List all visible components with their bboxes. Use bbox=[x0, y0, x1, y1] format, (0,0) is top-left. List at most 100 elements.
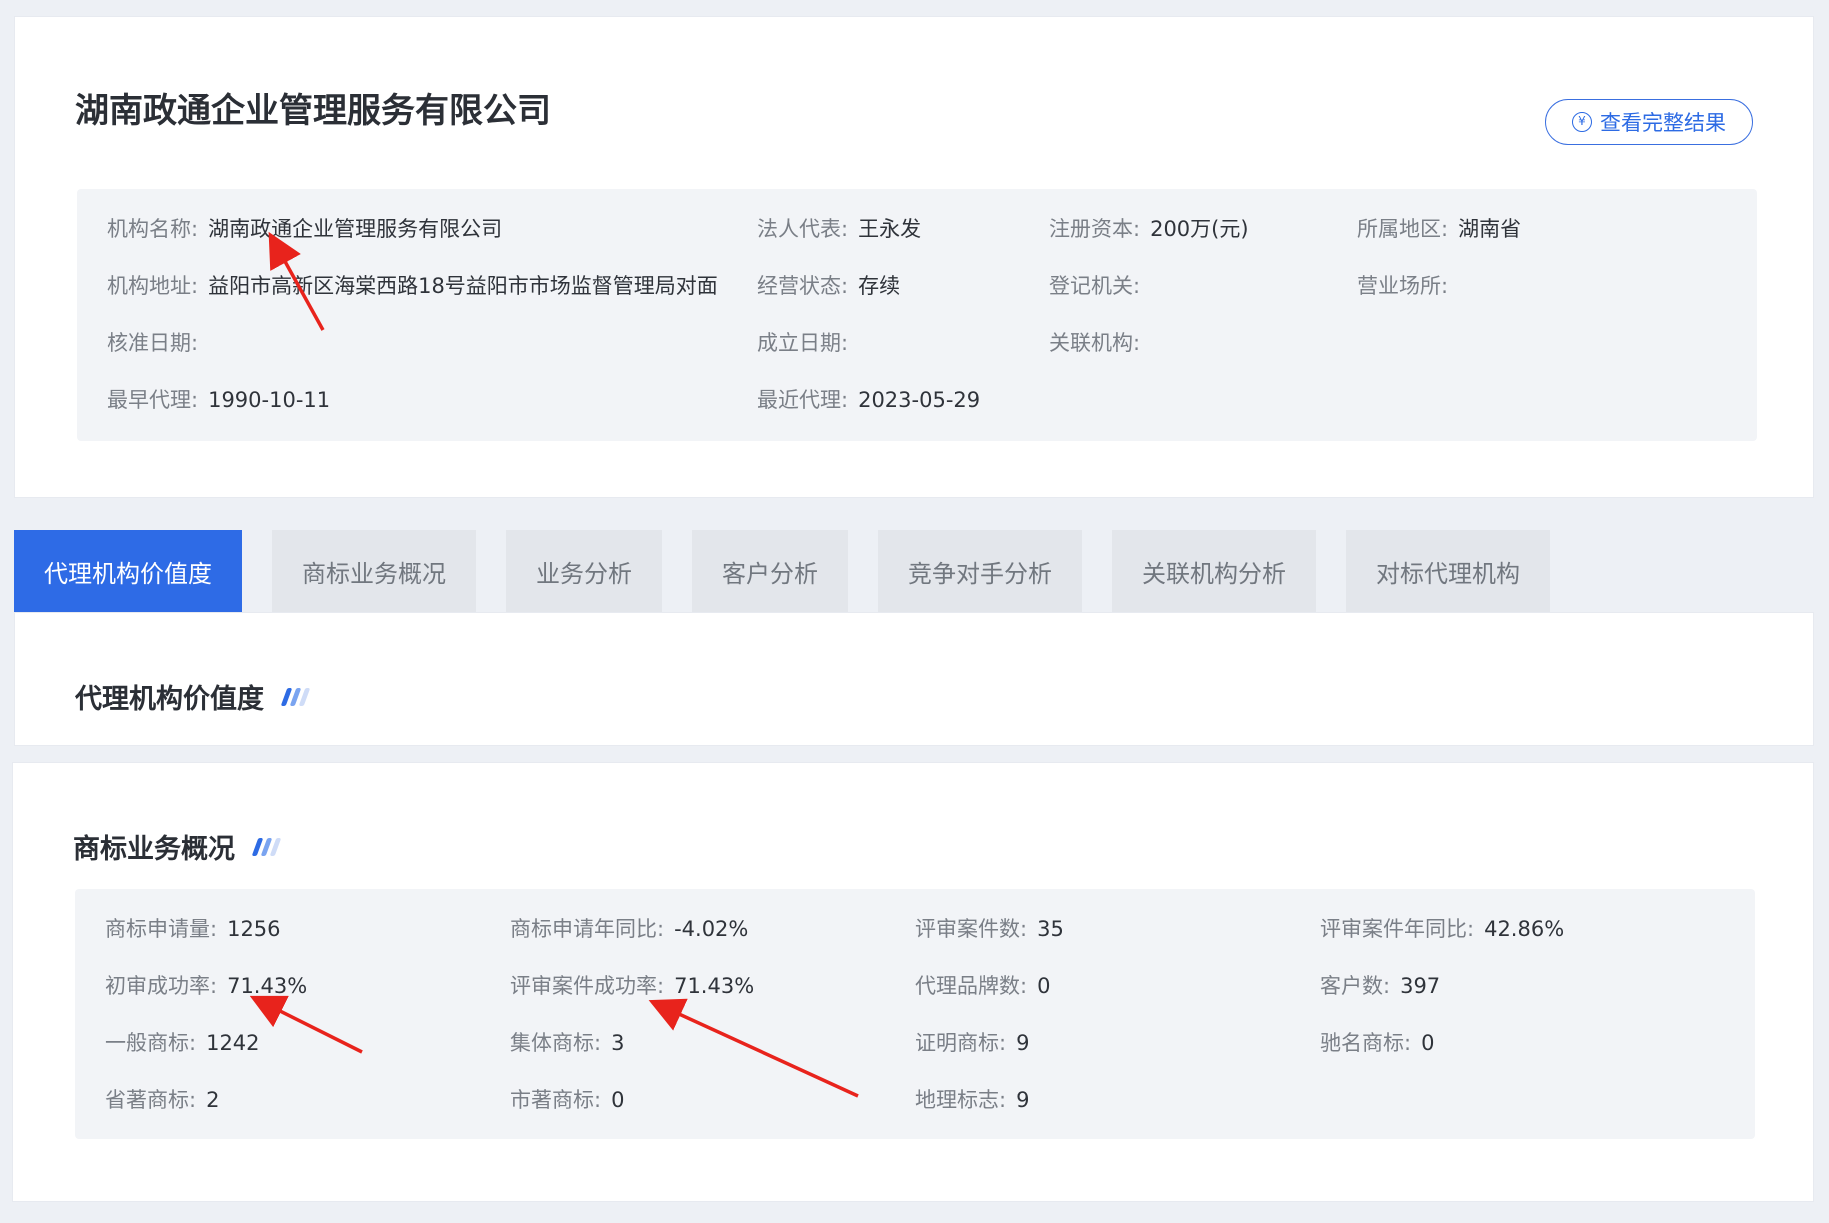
info-value: 湖南省 bbox=[1458, 217, 1522, 241]
stat-label: 评审案件年同比: bbox=[1320, 917, 1475, 941]
agency-value-heading: 代理机构价值度 bbox=[75, 677, 311, 716]
info-address: 机构地址: 益阳市高新区海棠西路18号益阳市市场监督管理局对面 bbox=[107, 270, 718, 300]
tab-agency-value[interactable]: 代理机构价值度 bbox=[14, 530, 242, 612]
stat-value: 0 bbox=[1037, 974, 1051, 998]
stat-general: 一般商标: 1242 bbox=[105, 1027, 260, 1057]
stat-value: 71.43% bbox=[227, 974, 308, 998]
stat-label: 市著商标: bbox=[510, 1088, 602, 1112]
info-label: 经营状态: bbox=[757, 274, 849, 298]
info-reg-authority: 登记机关: bbox=[1049, 270, 1140, 300]
company-card: 湖南政通企业管理服务有限公司 ¥ 查看完整结果 机构名称: 湖南政通企业管理服务有… bbox=[14, 16, 1814, 498]
stat-label: 商标申请量: bbox=[105, 917, 218, 941]
info-label: 最近代理: bbox=[757, 388, 849, 412]
info-label: 机构名称: bbox=[107, 217, 199, 241]
info-value: 200万(元) bbox=[1150, 217, 1249, 241]
stat-label: 一般商标: bbox=[105, 1031, 197, 1055]
view-full-results-button[interactable]: ¥ 查看完整结果 bbox=[1545, 99, 1753, 145]
stat-label: 评审案件数: bbox=[915, 917, 1028, 941]
stat-provincial: 省著商标: 2 bbox=[105, 1084, 219, 1114]
stat-collective: 集体商标: 3 bbox=[510, 1027, 624, 1057]
tab-competitor-analysis[interactable]: 竞争对手分析 bbox=[878, 530, 1082, 612]
stat-label: 证明商标: bbox=[915, 1031, 1007, 1055]
stat-value: 0 bbox=[611, 1088, 625, 1112]
info-legal-rep: 法人代表: 王永发 bbox=[757, 213, 921, 243]
stat-value: 3 bbox=[611, 1031, 625, 1055]
stat-label: 省著商标: bbox=[105, 1088, 197, 1112]
stat-clients: 客户数: 397 bbox=[1320, 970, 1440, 1000]
tab-client-analysis[interactable]: 客户分析 bbox=[692, 530, 848, 612]
info-label: 登记机关: bbox=[1049, 274, 1141, 298]
stat-review-cases: 评审案件数: 35 bbox=[915, 913, 1064, 943]
stat-label: 地理标志: bbox=[915, 1088, 1007, 1112]
stat-value: 0 bbox=[1421, 1031, 1435, 1055]
stat-label: 客户数: bbox=[1320, 974, 1391, 998]
stat-initial-success: 初审成功率: 71.43% bbox=[105, 970, 307, 1000]
stat-value: 1242 bbox=[206, 1031, 260, 1055]
stat-value: 35 bbox=[1037, 917, 1064, 941]
stat-value: 1256 bbox=[227, 917, 281, 941]
info-label: 所属地区: bbox=[1357, 217, 1449, 241]
stat-review-yoy: 评审案件年同比: 42.86% bbox=[1320, 913, 1564, 943]
stat-applications: 商标申请量: 1256 bbox=[105, 913, 281, 943]
info-value: 2023-05-29 bbox=[858, 388, 981, 412]
info-label: 最早代理: bbox=[107, 388, 199, 412]
view-full-results-label: 查看完整结果 bbox=[1600, 111, 1726, 135]
info-region: 所属地区: 湖南省 bbox=[1357, 213, 1521, 243]
info-label: 机构地址: bbox=[107, 274, 199, 298]
info-value: 王永发 bbox=[858, 217, 922, 241]
info-status: 经营状态: 存续 bbox=[757, 270, 900, 300]
info-value: 湖南政通企业管理服务有限公司 bbox=[208, 217, 503, 241]
stat-label: 评审案件成功率: bbox=[510, 974, 665, 998]
info-approval-date: 核准日期: bbox=[107, 327, 198, 357]
info-capital: 注册资本: 200万(元) bbox=[1049, 213, 1249, 243]
tab-business-analysis[interactable]: 业务分析 bbox=[506, 530, 662, 612]
section-title-text: 代理机构价值度 bbox=[75, 684, 264, 715]
stat-geo: 地理标志: 9 bbox=[915, 1084, 1029, 1114]
info-org-name: 机构名称: 湖南政通企业管理服务有限公司 bbox=[107, 213, 502, 243]
info-value: 益阳市高新区海棠西路18号益阳市市场监督管理局对面 bbox=[208, 274, 718, 298]
stat-value: 9 bbox=[1016, 1031, 1030, 1055]
stat-brands: 代理品牌数: 0 bbox=[915, 970, 1050, 1000]
info-premises: 营业场所: bbox=[1357, 270, 1448, 300]
slash-decoration-icon bbox=[251, 837, 282, 856]
stat-municipal: 市著商标: 0 bbox=[510, 1084, 624, 1114]
info-label: 法人代表: bbox=[757, 217, 849, 241]
slash-decoration-icon bbox=[280, 687, 311, 706]
info-earliest-agent: 最早代理: 1990-10-11 bbox=[107, 384, 330, 414]
tab-trademark-overview[interactable]: 商标业务概况 bbox=[272, 530, 476, 612]
stat-app-yoy: 商标申请年同比: -4.02% bbox=[510, 913, 748, 943]
stat-label: 商标申请年同比: bbox=[510, 917, 665, 941]
info-value: 存续 bbox=[858, 274, 901, 298]
agency-value-panel: 代理机构价值度 bbox=[14, 612, 1814, 746]
info-label: 注册资本: bbox=[1049, 217, 1141, 241]
info-founded: 成立日期: bbox=[757, 327, 848, 357]
info-label: 成立日期: bbox=[757, 331, 849, 355]
stat-value: 2 bbox=[206, 1088, 220, 1112]
stat-value: 9 bbox=[1016, 1088, 1030, 1112]
info-label: 营业场所: bbox=[1357, 274, 1449, 298]
stat-value: 42.86% bbox=[1484, 917, 1565, 941]
stat-value: 71.43% bbox=[674, 974, 755, 998]
stat-label: 代理品牌数: bbox=[915, 974, 1028, 998]
yuan-coin-icon: ¥ bbox=[1572, 112, 1592, 132]
trademark-stats-panel: 商标申请量: 1256 商标申请年同比: -4.02% 评审案件数: 35 评审案件年… bbox=[75, 889, 1755, 1139]
stat-value: -4.02% bbox=[674, 917, 749, 941]
info-latest-agent: 最近代理: 2023-05-29 bbox=[757, 384, 980, 414]
trademark-overview-heading: 商标业务概况 bbox=[73, 827, 282, 866]
tab-benchmark-agency[interactable]: 对标代理机构 bbox=[1346, 530, 1550, 612]
stat-wellknown: 驰名商标: 0 bbox=[1320, 1027, 1434, 1057]
stat-value: 397 bbox=[1400, 974, 1441, 998]
stat-label: 初审成功率: bbox=[105, 974, 218, 998]
stat-label: 驰名商标: bbox=[1320, 1031, 1412, 1055]
tab-related-org-analysis[interactable]: 关联机构分析 bbox=[1112, 530, 1316, 612]
section-title-text: 商标业务概况 bbox=[73, 834, 235, 865]
info-related-org: 关联机构: bbox=[1049, 327, 1140, 357]
info-label: 核准日期: bbox=[107, 331, 199, 355]
info-label: 关联机构: bbox=[1049, 331, 1141, 355]
company-title: 湖南政通企业管理服务有限公司 bbox=[75, 91, 551, 131]
info-value: 1990-10-11 bbox=[208, 388, 331, 412]
stat-label: 集体商标: bbox=[510, 1031, 602, 1055]
company-info-panel: 机构名称: 湖南政通企业管理服务有限公司 法人代表: 王永发 注册资本: 200万(元… bbox=[77, 189, 1757, 441]
stat-certification: 证明商标: 9 bbox=[915, 1027, 1029, 1057]
page: 湖南政通企业管理服务有限公司 ¥ 查看完整结果 机构名称: 湖南政通企业管理服务有… bbox=[0, 0, 1829, 1223]
